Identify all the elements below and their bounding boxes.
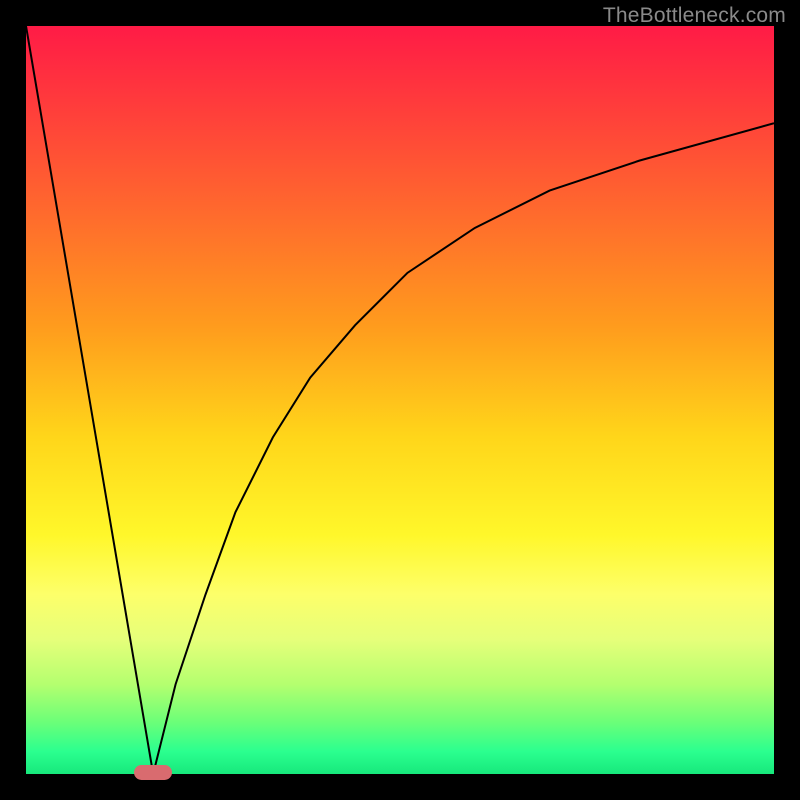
bottleneck-marker bbox=[134, 765, 172, 780]
chart-frame: TheBottleneck.com bbox=[0, 0, 800, 800]
curve-svg bbox=[26, 26, 774, 774]
curve-left-branch bbox=[26, 26, 153, 774]
curve-right-branch bbox=[153, 123, 774, 774]
plot-area bbox=[26, 26, 774, 774]
watermark-text: TheBottleneck.com bbox=[603, 4, 786, 28]
